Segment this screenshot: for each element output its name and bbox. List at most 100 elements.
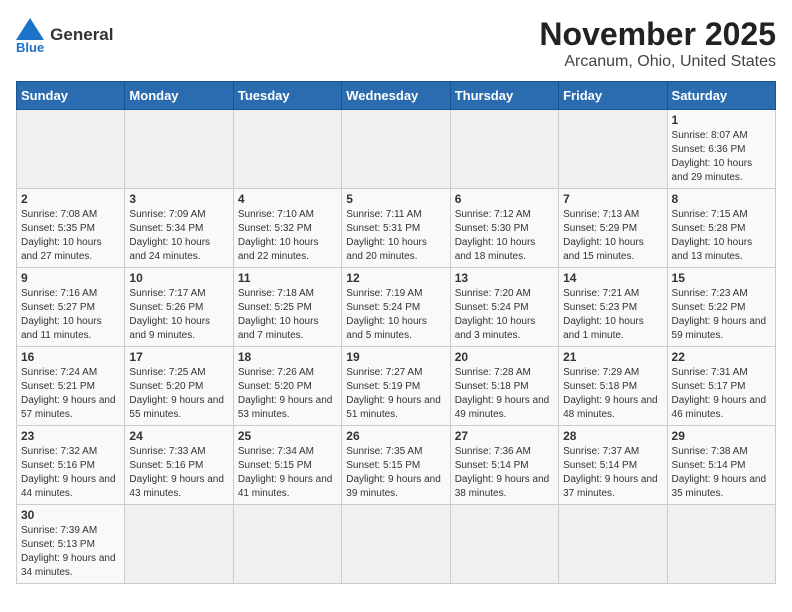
day-info: Sunrise: 7:25 AM Sunset: 5:20 PM Dayligh…: [129, 366, 228, 422]
day-info: Sunrise: 7:32 AM Sunset: 5:16 PM Dayligh…: [21, 445, 120, 501]
day-info: Sunrise: 7:27 AM Sunset: 5:19 PM Dayligh…: [346, 366, 445, 422]
calendar-day-cell: 15 Sunrise: 7:23 AM Sunset: 5:22 PM Dayli…: [667, 268, 775, 347]
day-number: 15: [672, 271, 771, 285]
day-info: Sunrise: 7:24 AM Sunset: 5:21 PM Dayligh…: [21, 366, 120, 422]
day-number: 28: [563, 429, 662, 443]
day-number: 9: [21, 271, 120, 285]
calendar-day-cell: 21 Sunrise: 7:29 AM Sunset: 5:18 PM Dayli…: [559, 347, 667, 426]
day-number: 27: [455, 429, 554, 443]
calendar-day-cell: 19 Sunrise: 7:27 AM Sunset: 5:19 PM Dayli…: [342, 347, 450, 426]
calendar-day-cell: 1 Sunrise: 8:07 AM Sunset: 6:36 PM Daylig…: [667, 110, 775, 189]
calendar-day-cell: 4 Sunrise: 7:10 AM Sunset: 5:32 PM Daylig…: [233, 189, 341, 268]
calendar-day-cell: [559, 505, 667, 584]
calendar-day-cell: 26 Sunrise: 7:35 AM Sunset: 5:15 PM Dayli…: [342, 426, 450, 505]
day-number: 23: [21, 429, 120, 443]
calendar-day-cell: 3 Sunrise: 7:09 AM Sunset: 5:34 PM Daylig…: [125, 189, 233, 268]
calendar-day-cell: 2Sunrise: 7:08 AM Sunset: 5:35 PM Daylig…: [17, 189, 125, 268]
day-info: Sunrise: 7:09 AM Sunset: 5:34 PM Dayligh…: [129, 208, 228, 264]
day-number: 18: [238, 350, 337, 364]
day-info: Sunrise: 7:34 AM Sunset: 5:15 PM Dayligh…: [238, 445, 337, 501]
day-info: Sunrise: 7:13 AM Sunset: 5:29 PM Dayligh…: [563, 208, 662, 264]
day-number: 2: [21, 192, 120, 206]
day-number: 14: [563, 271, 662, 285]
calendar-day-cell: 12 Sunrise: 7:19 AM Sunset: 5:24 PM Dayli…: [342, 268, 450, 347]
day-info: Sunrise: 7:12 AM Sunset: 5:30 PM Dayligh…: [455, 208, 554, 264]
calendar-day-cell: 16Sunrise: 7:24 AM Sunset: 5:21 PM Dayli…: [17, 347, 125, 426]
day-info: Sunrise: 7:21 AM Sunset: 5:23 PM Dayligh…: [563, 287, 662, 343]
calendar-day-cell: [667, 505, 775, 584]
calendar-day-cell: 27 Sunrise: 7:36 AM Sunset: 5:14 PM Dayli…: [450, 426, 558, 505]
calendar-day-cell: [233, 505, 341, 584]
calendar-day-cell: 9 Sunrise: 7:16 AM Sunset: 5:27 PM Daylig…: [17, 268, 125, 347]
day-info: Sunrise: 7:26 AM Sunset: 5:20 PM Dayligh…: [238, 366, 337, 422]
day-number: 20: [455, 350, 554, 364]
day-info: Sunrise: 7:16 AM Sunset: 5:27 PM Dayligh…: [21, 287, 120, 343]
day-number: 11: [238, 271, 337, 285]
calendar-day-cell: [342, 505, 450, 584]
day-number: 17: [129, 350, 228, 364]
day-info: Sunrise: 7:20 AM Sunset: 5:24 PM Dayligh…: [455, 287, 554, 343]
calendar-day-cell: [450, 505, 558, 584]
calendar-day-cell: 24Sunrise: 7:33 AM Sunset: 5:16 PM Dayli…: [125, 426, 233, 505]
calendar-week-row: 23 Sunrise: 7:32 AM Sunset: 5:16 PM Dayli…: [17, 426, 776, 505]
title-area: November 2025 Arcanum, Ohio, United Stat…: [539, 16, 776, 71]
day-number: 13: [455, 271, 554, 285]
calendar-day-cell: 25 Sunrise: 7:34 AM Sunset: 5:15 PM Dayli…: [233, 426, 341, 505]
day-number: 6: [455, 192, 554, 206]
calendar-day-cell: 7Sunrise: 7:13 AM Sunset: 5:29 PM Daylig…: [559, 189, 667, 268]
calendar-week-row: 16Sunrise: 7:24 AM Sunset: 5:21 PM Dayli…: [17, 347, 776, 426]
day-info: Sunrise: 7:11 AM Sunset: 5:31 PM Dayligh…: [346, 208, 445, 264]
day-number: 3: [129, 192, 228, 206]
calendar-day-cell: 18 Sunrise: 7:26 AM Sunset: 5:20 PM Dayli…: [233, 347, 341, 426]
day-number: 19: [346, 350, 445, 364]
calendar-week-row: 2Sunrise: 7:08 AM Sunset: 5:35 PM Daylig…: [17, 189, 776, 268]
weekday-header-sunday: Sunday: [17, 82, 125, 110]
day-info: Sunrise: 7:23 AM Sunset: 5:22 PM Dayligh…: [672, 287, 771, 343]
logo-icon: [16, 18, 44, 40]
weekday-header-thursday: Thursday: [450, 82, 558, 110]
day-info: Sunrise: 7:33 AM Sunset: 5:16 PM Dayligh…: [129, 445, 228, 501]
weekday-header-monday: Monday: [125, 82, 233, 110]
day-info: Sunrise: 7:31 AM Sunset: 5:17 PM Dayligh…: [672, 366, 771, 422]
calendar-day-cell: 10 Sunrise: 7:17 AM Sunset: 5:26 PM Dayli…: [125, 268, 233, 347]
calendar-day-cell: 17 Sunrise: 7:25 AM Sunset: 5:20 PM Dayli…: [125, 347, 233, 426]
calendar-day-cell: 14 Sunrise: 7:21 AM Sunset: 5:23 PM Dayli…: [559, 268, 667, 347]
day-info: Sunrise: 7:37 AM Sunset: 5:14 PM Dayligh…: [563, 445, 662, 501]
calendar-subtitle: Arcanum, Ohio, United States: [539, 53, 776, 71]
calendar-day-cell: 6 Sunrise: 7:12 AM Sunset: 5:30 PM Daylig…: [450, 189, 558, 268]
day-info: Sunrise: 7:19 AM Sunset: 5:24 PM Dayligh…: [346, 287, 445, 343]
day-info: Sunrise: 7:17 AM Sunset: 5:26 PM Dayligh…: [129, 287, 228, 343]
calendar-day-cell: [342, 110, 450, 189]
day-number: 10: [129, 271, 228, 285]
day-number: 4: [238, 192, 337, 206]
header: Blue General November 2025 Arcanum, Ohio…: [16, 16, 776, 71]
day-number: 26: [346, 429, 445, 443]
day-info: Sunrise: 7:18 AM Sunset: 5:25 PM Dayligh…: [238, 287, 337, 343]
calendar-week-row: 30Sunrise: 7:39 AM Sunset: 5:13 PM Dayli…: [17, 505, 776, 584]
logo: Blue General: [16, 16, 113, 55]
logo-blue-text: Blue: [16, 40, 44, 55]
calendar-week-row: 1 Sunrise: 8:07 AM Sunset: 6:36 PM Daylig…: [17, 110, 776, 189]
calendar-day-cell: [233, 110, 341, 189]
calendar-day-cell: 20 Sunrise: 7:28 AM Sunset: 5:18 PM Dayli…: [450, 347, 558, 426]
day-number: 5: [346, 192, 445, 206]
day-info: Sunrise: 8:07 AM Sunset: 6:36 PM Dayligh…: [672, 129, 771, 185]
calendar-day-cell: 11 Sunrise: 7:18 AM Sunset: 5:25 PM Dayli…: [233, 268, 341, 347]
day-number: 8: [672, 192, 771, 206]
day-number: 1: [672, 113, 771, 127]
calendar-day-cell: [450, 110, 558, 189]
day-info: Sunrise: 7:29 AM Sunset: 5:18 PM Dayligh…: [563, 366, 662, 422]
day-number: 12: [346, 271, 445, 285]
day-info: Sunrise: 7:35 AM Sunset: 5:15 PM Dayligh…: [346, 445, 445, 501]
day-info: Sunrise: 7:15 AM Sunset: 5:28 PM Dayligh…: [672, 208, 771, 264]
calendar-day-cell: 28 Sunrise: 7:37 AM Sunset: 5:14 PM Dayli…: [559, 426, 667, 505]
calendar-day-cell: 13 Sunrise: 7:20 AM Sunset: 5:24 PM Dayli…: [450, 268, 558, 347]
day-info: Sunrise: 7:28 AM Sunset: 5:18 PM Dayligh…: [455, 366, 554, 422]
day-number: 25: [238, 429, 337, 443]
calendar-week-row: 9 Sunrise: 7:16 AM Sunset: 5:27 PM Daylig…: [17, 268, 776, 347]
day-info: Sunrise: 7:10 AM Sunset: 5:32 PM Dayligh…: [238, 208, 337, 264]
day-number: 21: [563, 350, 662, 364]
weekday-header-wednesday: Wednesday: [342, 82, 450, 110]
calendar-title: November 2025: [539, 16, 776, 53]
day-info: Sunrise: 7:36 AM Sunset: 5:14 PM Dayligh…: [455, 445, 554, 501]
